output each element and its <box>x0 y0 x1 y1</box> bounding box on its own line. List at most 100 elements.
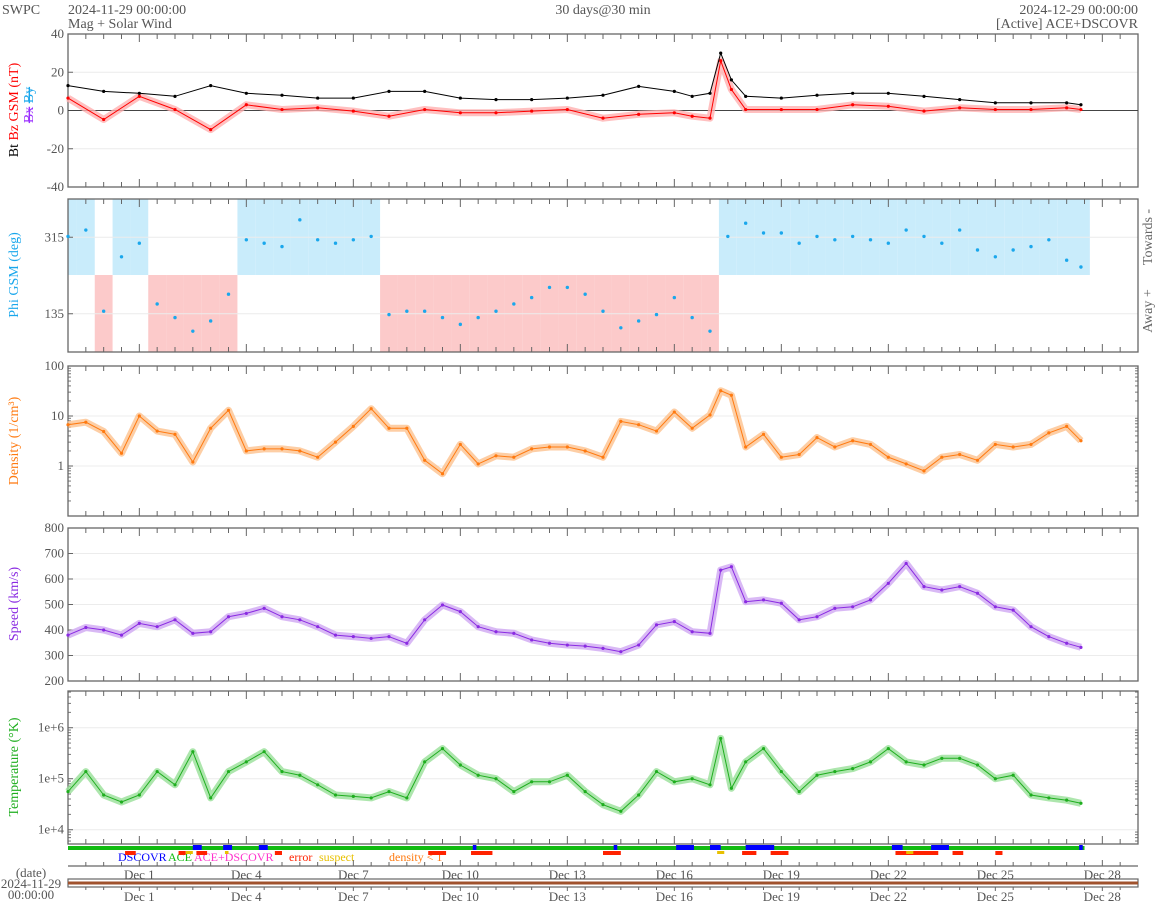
bx-label: Bx <box>22 107 37 123</box>
speed-ytick-label: 300 <box>45 648 65 663</box>
towards-label: Towards - <box>1141 209 1156 266</box>
temperature-point <box>476 773 480 777</box>
date-label: Dec 10 <box>442 867 479 882</box>
dscovr-segment <box>745 845 775 850</box>
phi-point <box>565 285 570 290</box>
phi-point <box>405 309 409 313</box>
mag-ytick-label: 20 <box>51 64 64 79</box>
speed-ytick-label: 200 <box>45 673 65 688</box>
phi-point <box>690 315 694 320</box>
temperature-ytick-label: 1e+6 <box>38 720 65 735</box>
phi-point <box>333 241 338 245</box>
date-label: Dec 16 <box>656 867 694 882</box>
speed-point <box>922 585 926 589</box>
bt-point <box>387 89 391 93</box>
density-point <box>476 462 480 466</box>
temperature-point <box>779 769 783 774</box>
dscovr-segment <box>931 845 949 850</box>
temperature-point <box>601 803 605 807</box>
density-point <box>512 455 516 459</box>
bz-point <box>209 128 213 132</box>
temperature-point <box>993 777 997 781</box>
temperature-point <box>1029 793 1033 797</box>
bt-point <box>1029 101 1033 105</box>
speed-point <box>729 565 734 569</box>
temperature-point <box>719 736 723 741</box>
speed-point <box>1029 625 1033 629</box>
phi-point <box>458 322 463 327</box>
phi-point <box>298 218 302 222</box>
temperature-point <box>226 769 231 774</box>
density-point <box>369 407 373 411</box>
start-clock: 00:00:00 <box>8 887 54 902</box>
temperature-point <box>66 789 70 794</box>
density-point <box>351 424 355 428</box>
temperature-point <box>744 760 748 764</box>
phi-point <box>422 309 427 313</box>
temperature-point <box>833 769 837 774</box>
speed-point <box>280 615 284 619</box>
speed-point <box>316 625 320 629</box>
temperature-point <box>654 769 659 774</box>
density-point <box>761 432 766 436</box>
plot-subtitle: Mag + Solar Wind <box>68 17 172 32</box>
phi-point <box>226 292 231 296</box>
bz-point <box>601 116 605 120</box>
suspect-segment <box>224 851 229 854</box>
temperature-point <box>851 766 855 771</box>
phi-point <box>743 221 748 225</box>
density-point <box>833 445 837 449</box>
phi-point <box>833 238 837 242</box>
density-point <box>423 458 427 462</box>
phi-point <box>672 295 677 300</box>
temperature-ylabel: Temperature (°K) <box>7 717 22 816</box>
start-time: 2024-11-29 00:00:00 <box>68 3 186 18</box>
legend-error: error <box>289 850 312 864</box>
density-point <box>1011 445 1015 449</box>
phi-point <box>369 234 373 239</box>
speed-point <box>102 628 106 632</box>
date-label: Dec 22 <box>870 889 907 904</box>
temperature-point <box>119 800 124 804</box>
temperature-point <box>637 793 641 797</box>
bz-point <box>708 116 712 120</box>
density-point <box>851 439 855 443</box>
phi-point <box>886 241 891 245</box>
density-point <box>244 449 248 453</box>
speed-point <box>583 644 587 648</box>
speed-point <box>333 633 338 637</box>
density-point <box>797 452 801 457</box>
speed-point <box>530 638 534 642</box>
date-label: Dec 22 <box>870 867 907 882</box>
suspect-segment <box>185 851 193 854</box>
density-point <box>744 445 748 449</box>
speed-point <box>637 643 641 647</box>
speed-point <box>851 605 855 609</box>
dscovr-segment <box>891 845 903 850</box>
temperature-point <box>137 793 141 797</box>
density-ytick-label: 1 <box>58 458 65 473</box>
speed-point <box>298 618 302 622</box>
data-source: [Active] ACE+DSCOVR <box>996 17 1139 32</box>
bt-point <box>494 97 498 102</box>
speed-point <box>191 631 195 635</box>
temperature-point <box>1047 796 1051 800</box>
temperature-point <box>690 777 694 781</box>
speed-point <box>940 588 944 592</box>
speed-point <box>512 631 516 635</box>
bt-point <box>173 94 177 98</box>
speed-point <box>1011 608 1015 612</box>
error-segment <box>196 851 208 855</box>
density-point <box>191 460 195 464</box>
temperature-point <box>708 783 712 787</box>
dscovr-segment <box>472 845 477 850</box>
speed-point <box>619 650 623 654</box>
density-point <box>654 429 659 433</box>
temperature-point <box>975 763 980 767</box>
phi-point <box>726 234 730 239</box>
speed-point <box>672 619 676 624</box>
end-time: 2024-12-29 00:00:00 <box>1019 3 1138 18</box>
dscovr-segment <box>676 845 694 850</box>
bt-point <box>601 93 605 97</box>
bz-point <box>1029 107 1033 112</box>
